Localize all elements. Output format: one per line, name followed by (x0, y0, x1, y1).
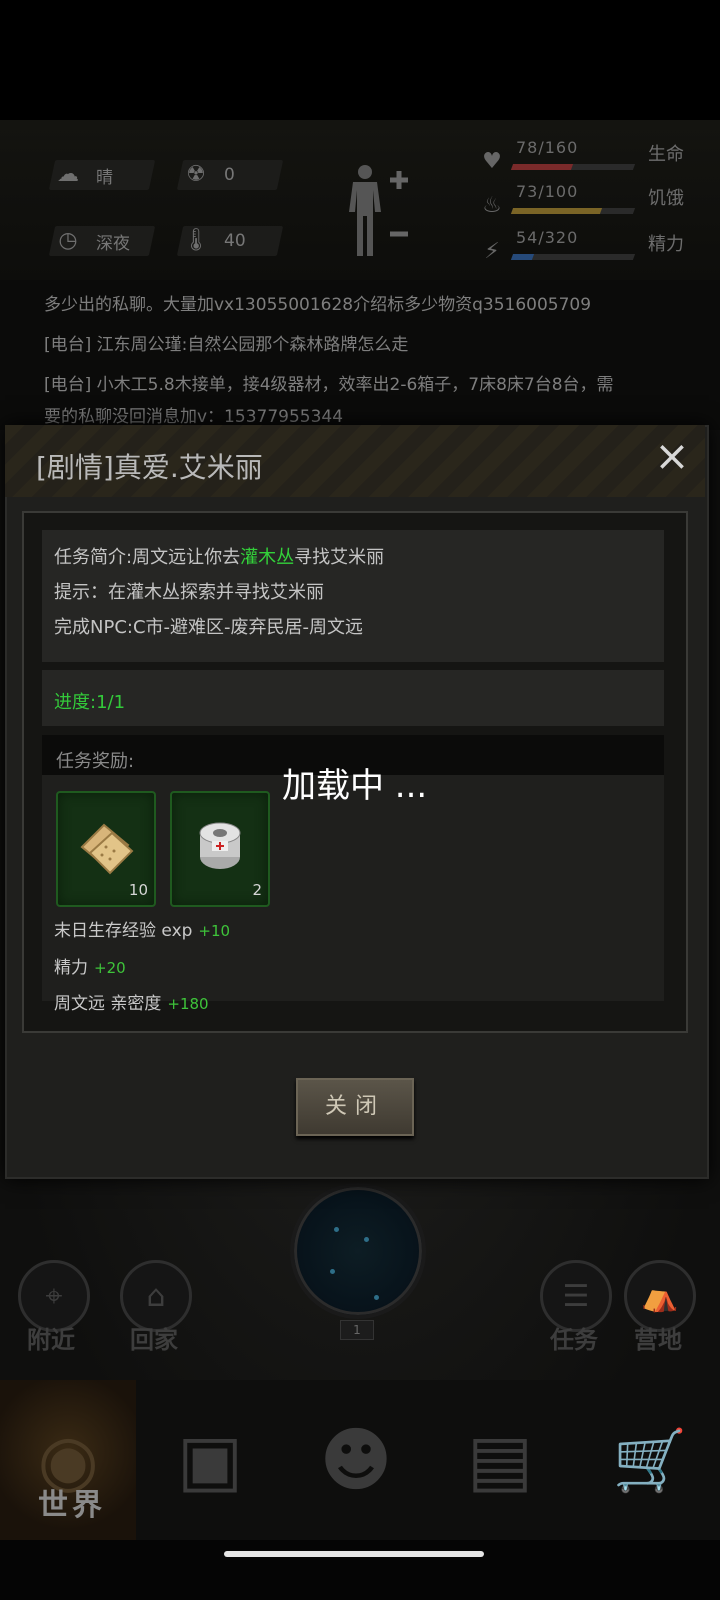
stat-hunger: ♨ 73/100 饥饿 (478, 182, 718, 222)
scroll-icon: ☰ (562, 1278, 590, 1314)
weather-chip: ☁ 晴 (48, 160, 156, 190)
time-chip: ◷ 深夜 (48, 226, 156, 256)
tasks-label: 任务 (550, 1326, 598, 1354)
cart-icon: 🛒 (612, 1425, 688, 1496)
radar-level: 1 (340, 1320, 374, 1340)
reward-label: 末日生存经验 exp (54, 921, 193, 941)
house-icon: ⌂ (146, 1278, 166, 1314)
hunger-bar (510, 208, 636, 214)
radar-blip (334, 1227, 339, 1232)
close-button[interactable]: 关闭 (296, 1078, 414, 1136)
heart-icon: ♥ (482, 149, 502, 174)
nav-skills[interactable]: ☻ (296, 1380, 416, 1540)
chat-line: [电台] 江东周公瑾:自然公园那个森林路牌怎么走 (44, 335, 409, 355)
location-pin-icon: ⌖ (45, 1278, 63, 1314)
quest-progress: 进度:1/1 (54, 692, 126, 713)
camp-label: 营地 (634, 1326, 682, 1354)
clock-icon: ◷ (58, 228, 78, 253)
item-quantity: 10 (128, 881, 148, 899)
thermometer-icon: 🌡 (182, 228, 210, 253)
loading-indicator: 加载中 ... (282, 766, 428, 806)
radiation-chip: ☢ 0 (176, 160, 284, 190)
energy-label: 精力 (648, 234, 684, 255)
nav-shop[interactable]: 🛒 (590, 1380, 710, 1540)
temperature-chip: 🌡 40 (176, 226, 284, 256)
reward-exp: 末日生存经验 exp +10 (54, 916, 230, 941)
temperature-value: 40 (224, 231, 246, 251)
hunger-value: 73/100 (516, 182, 579, 201)
health-bar (510, 164, 636, 170)
chat-line: 多少出的私聊。大量加vx13055001628介绍标多少物资q351600570… (44, 295, 592, 315)
backpack-icon: ▣ (176, 1419, 244, 1501)
radiation-value: 0 (224, 165, 235, 185)
description-text: 寻找艾米丽 (294, 547, 385, 568)
reward-amount: +20 (94, 959, 126, 977)
brain-icon: ⚡ (484, 239, 500, 264)
bottom-nav: ◉ ▣ ☻ ▤ 🛒 (0, 1380, 720, 1540)
dialog-title: [剧情]真爱.艾米丽 (36, 451, 263, 484)
nav-backpack[interactable]: ▣ (150, 1380, 270, 1540)
reward-item-crackers[interactable]: 10 (56, 791, 156, 907)
radar[interactable] (290, 1183, 426, 1319)
quest-description: 任务简介:周文远让你去灌木丛寻找艾米丽 (54, 543, 384, 569)
nearby-label: 附近 (27, 1326, 75, 1354)
weather-value: 晴 (96, 167, 113, 188)
chat-line: [电台] 小木工5.8木接单，接4级器材，效率出2-6箱子，7床8床7台8台，需 (44, 375, 614, 395)
reward-label: 精力 (54, 958, 88, 978)
nav-world-label: 世界 (38, 1488, 106, 1523)
radar-blip (330, 1269, 335, 1274)
reward-energy: 精力 +20 (54, 953, 126, 978)
quest-hint: 提示：在灌木丛探索并寻找艾米丽 (54, 582, 324, 603)
tent-icon: ⛺ (641, 1278, 679, 1314)
reward-title: 任务奖励: (56, 751, 135, 772)
reward-affinity: 周文远 亲密度 +180 (54, 989, 209, 1014)
time-value: 深夜 (96, 233, 130, 254)
energy-value: 54/320 (516, 228, 579, 247)
hunger-label: 饥饿 (648, 188, 684, 209)
crackers-icon (80, 823, 134, 875)
nav-radio[interactable]: ▤ (440, 1380, 560, 1540)
health-value: 78/160 (516, 138, 579, 157)
body-status-icon[interactable] (345, 160, 445, 260)
health-label: 生命 (648, 144, 684, 165)
home-label: 回家 (130, 1326, 178, 1354)
description-text: 任务简介:周文远让你去 (54, 547, 241, 568)
progress-panel (42, 670, 664, 726)
close-icon[interactable]: × (652, 435, 692, 477)
reward-amount: +10 (198, 922, 231, 940)
stat-energy: ⚡ 54/320 精力 (478, 228, 718, 268)
energy-bar (510, 254, 636, 260)
radar-blip (374, 1295, 379, 1300)
stomach-icon: ♨ (482, 193, 502, 218)
reward-item-bandage[interactable]: 2 (170, 791, 270, 907)
reward-amount: +180 (167, 995, 209, 1013)
head-gears-icon: ☻ (319, 1419, 393, 1501)
cloud-icon: ☁ (57, 162, 79, 187)
radiation-icon: ☢ (186, 162, 206, 187)
top-bar (0, 0, 720, 120)
location-highlight: 灌木丛 (240, 547, 295, 568)
stat-health: ♥ 78/160 生命 (478, 138, 718, 178)
chat-line: 要的私聊没回消息加v：15377955344 (44, 407, 344, 427)
quest-npc: 完成NPC:C市-避难区-废弃民居-周文远 (54, 617, 364, 638)
walkie-talkie-icon: ▤ (466, 1419, 534, 1501)
reward-label: 周文远 亲密度 (54, 994, 162, 1014)
item-quantity: 2 (252, 881, 262, 899)
bandage-icon (199, 822, 241, 869)
home-indicator[interactable] (224, 1551, 484, 1557)
radar-blip (364, 1237, 369, 1242)
